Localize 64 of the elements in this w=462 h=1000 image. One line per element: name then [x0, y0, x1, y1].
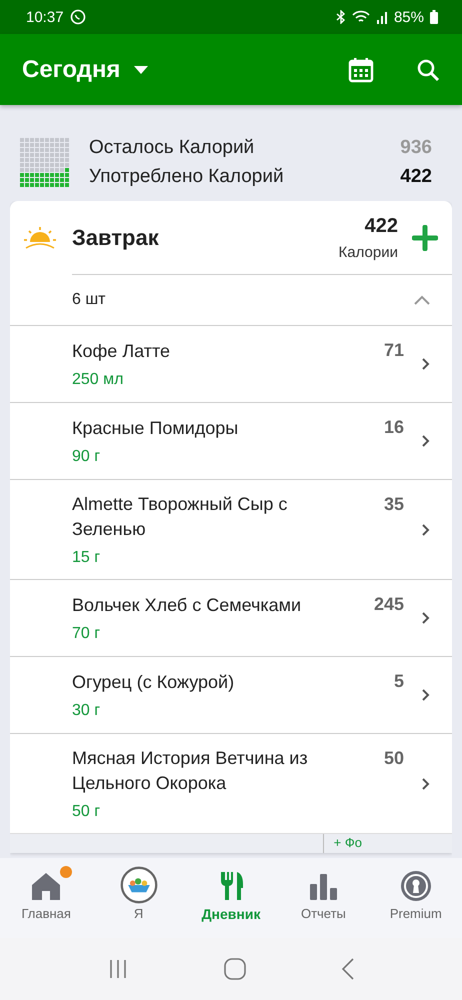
search-icon[interactable]: [416, 58, 440, 82]
food-name: Мясная История Ветчина из Цельного Окорока: [72, 747, 309, 795]
food-amount: 70 г: [72, 625, 102, 643]
nav-tab[interactable]: Premium: [370, 870, 462, 938]
chevron-right-icon[interactable]: [422, 612, 430, 624]
food-calories: 16: [384, 416, 404, 439]
battery-level: 85%: [394, 8, 424, 26]
food-name: Огурец (с Кожурой): [72, 671, 236, 694]
food-name: Вольчек Хлеб с Семечками: [72, 594, 302, 617]
food-calories: 5: [394, 670, 404, 693]
nav-tab[interactable]: Главная: [0, 870, 92, 938]
chevron-right-icon[interactable]: [422, 358, 430, 370]
food-row[interactable]: Вольчек Хлеб с Семечками 70 г 245: [10, 579, 452, 656]
food-row[interactable]: Огурец (с Кожурой) 30 г 5: [10, 656, 452, 733]
add-icon[interactable]: [412, 224, 438, 250]
food-calories: 71: [384, 339, 404, 362]
food-amount: 90 г: [72, 448, 102, 466]
food-calories: 245: [374, 593, 404, 616]
food-row[interactable]: Almette Творожный Сыр с Зеленью 15 г 35: [10, 479, 452, 579]
dropdown-caret-icon[interactable]: [134, 66, 148, 74]
home-icon: [30, 870, 62, 902]
chevron-right-icon[interactable]: [422, 524, 430, 536]
meal-calories: 422: [364, 214, 398, 238]
back-icon[interactable]: [342, 958, 354, 980]
food-amount: 50 г: [72, 803, 102, 821]
salad-bowl-avatar-icon: [120, 866, 158, 904]
food-row[interactable]: Кофе Латте 250 мл 71: [10, 325, 452, 402]
nav-tab[interactable]: Дневник: [184, 870, 278, 938]
chat-icon: [70, 9, 86, 25]
chevron-right-icon[interactable]: [422, 689, 430, 701]
sunrise-icon: [24, 226, 56, 250]
food-name: Almette Творожный Сыр с Зеленью: [72, 493, 288, 541]
battery-icon: [430, 10, 438, 24]
food-name: Красные Помидоры: [72, 417, 240, 440]
chevron-right-icon[interactable]: [422, 435, 430, 447]
food-calories: 50: [384, 747, 404, 770]
status-time: 10:37: [26, 8, 64, 26]
food-amount: 250 мл: [72, 371, 124, 389]
recent-apps-icon[interactable]: [108, 959, 128, 979]
calendar-icon[interactable]: [348, 56, 374, 82]
remaining-label: Осталось Калорий: [89, 137, 254, 159]
chevron-right-icon[interactable]: [422, 778, 430, 790]
item-count: 6 шт: [72, 291, 106, 309]
food-amount: 15 г: [72, 549, 102, 567]
meal-title: Завтрак: [72, 224, 160, 250]
signal-icon: [376, 10, 388, 24]
food-calories: 35: [384, 493, 404, 516]
keyhole-badge-icon: [400, 870, 432, 902]
consumed-value: 422: [400, 166, 432, 188]
add-food-link[interactable]: + Фо: [322, 834, 362, 853]
nav-tab[interactable]: Я: [92, 870, 185, 938]
calories-label: Калории: [338, 244, 398, 260]
food-row[interactable]: Красные Помидоры 90 г 16: [10, 402, 452, 479]
nav-tab[interactable]: Отчеты: [277, 870, 370, 938]
bluetooth-icon: [336, 10, 346, 24]
food-amount: 30 г: [72, 702, 102, 720]
consumed-label: Употреблено Калорий: [89, 166, 284, 188]
calorie-meter: [20, 138, 69, 187]
remaining-value: 936: [400, 137, 432, 159]
home-button-icon[interactable]: [224, 958, 246, 980]
wifi-icon: [352, 10, 370, 24]
date-title[interactable]: Сегодня: [22, 56, 120, 84]
collapse-chevron-icon[interactable]: [414, 295, 430, 305]
food-name: Кофе Латте: [72, 340, 172, 363]
